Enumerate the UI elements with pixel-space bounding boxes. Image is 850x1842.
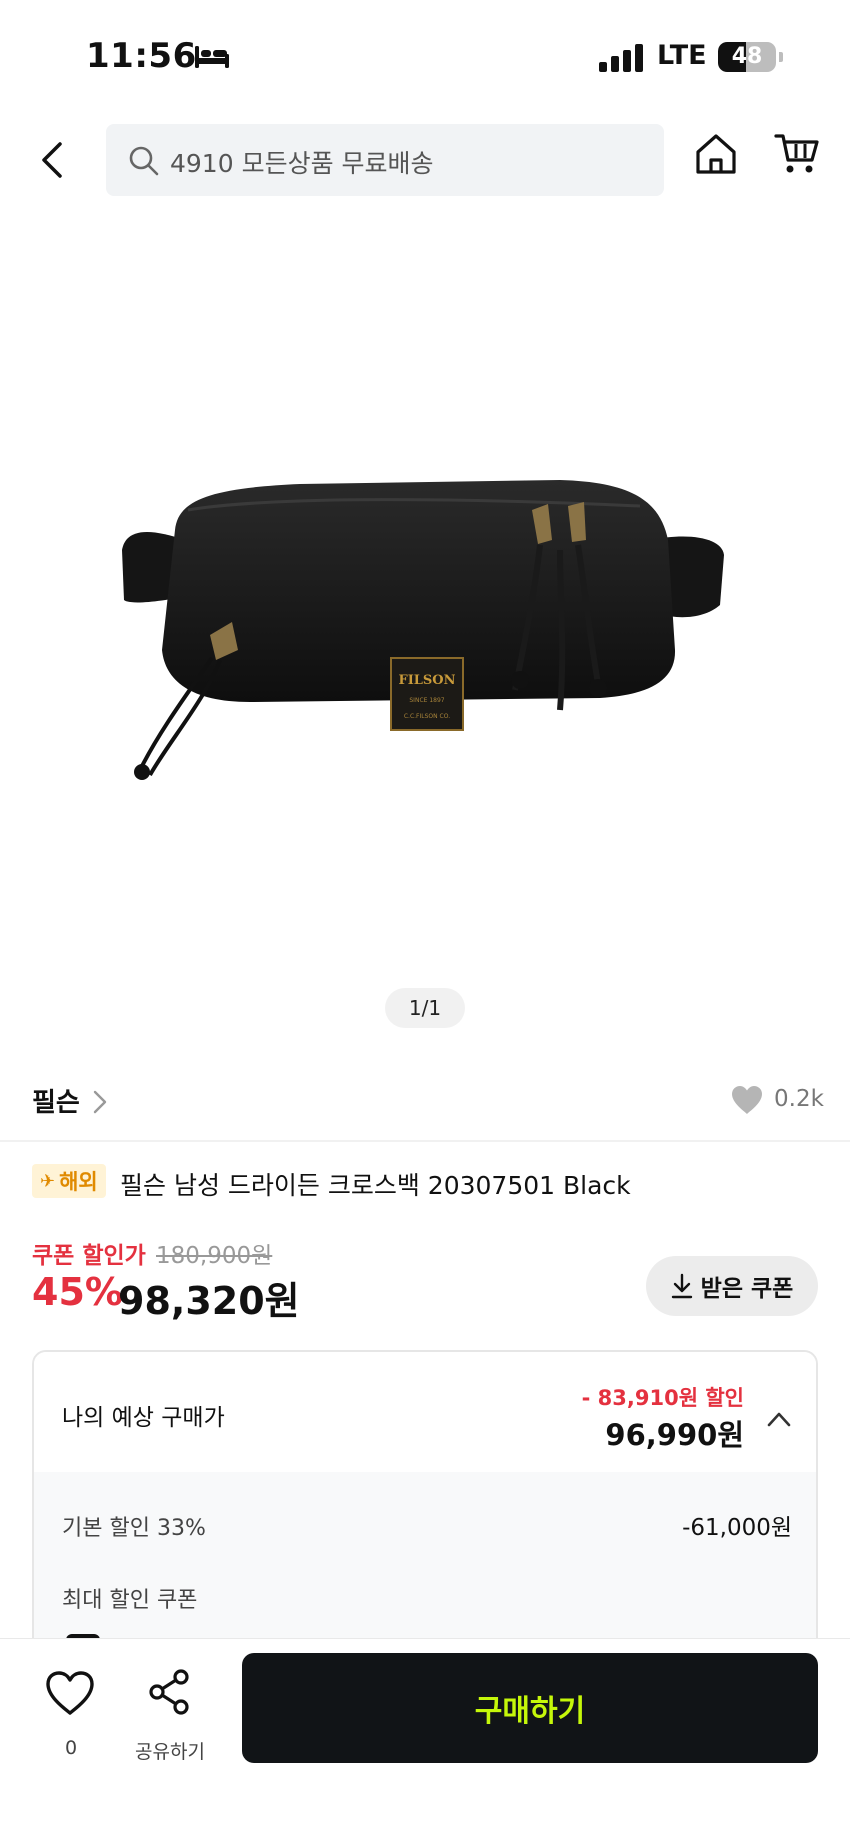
status-bar: 11:56 LTE 48	[0, 0, 850, 110]
signal-icon	[599, 44, 643, 72]
brand-name[interactable]: 필슨	[32, 1082, 80, 1119]
share-label: 공유하기	[135, 1741, 205, 1763]
bottom-action-bar: 0 공유하기 구매하기	[0, 1638, 850, 1842]
final-price: 98,320원	[118, 1279, 300, 1323]
product-image[interactable]: FILSON SINCE 1897 C.C.FILSON CO.	[0, 210, 850, 1060]
like-count: 0.2k	[774, 1086, 824, 1112]
download-icon	[671, 1273, 692, 1299]
cart-icon[interactable]	[774, 132, 820, 176]
original-price: 180,900원	[156, 1243, 273, 1269]
section-divider	[0, 1140, 850, 1142]
heart-icon[interactable]	[730, 1084, 764, 1116]
expected-price: 96,990원	[605, 1418, 744, 1452]
brand-row[interactable]: 필슨 0.2k	[0, 1070, 850, 1140]
status-time: 11:56	[86, 36, 197, 76]
expected-price-label: 나의 예상 구매가	[62, 1405, 225, 1431]
sleep-mode-icon	[195, 46, 229, 68]
basic-discount-value: -61,000원	[682, 1515, 792, 1541]
title-row: ✈ 해외 필슨 남성 드라이든 크로스백 20307501 Black	[32, 1164, 832, 1204]
chevron-right-icon	[93, 1090, 107, 1114]
share-icon	[149, 1669, 189, 1715]
buy-button-label: 구매하기	[474, 1694, 586, 1729]
wish-button[interactable]	[40, 1669, 100, 1721]
product-title: 필슨 남성 드라이든 크로스백 20307501 Black	[120, 1171, 631, 1200]
basic-discount-label: 기본 할인 33%	[62, 1516, 206, 1541]
wish-count: 0	[64, 1737, 78, 1759]
discount-rate: 45%	[32, 1270, 123, 1314]
airplane-icon: ✈	[40, 1170, 56, 1192]
svg-text:C.C.FILSON CO.: C.C.FILSON CO.	[404, 713, 450, 720]
received-coupon-label: 받은 쿠폰	[700, 1276, 794, 1302]
received-coupon-button[interactable]: 받은 쿠폰	[646, 1256, 818, 1316]
search-icon	[129, 146, 159, 176]
expected-price-header[interactable]: 나의 예상 구매가 - 83,910원 할인 96,990원	[34, 1352, 816, 1472]
image-counter: 1/1	[385, 988, 465, 1028]
saving-amount: - 83,910원 할인	[581, 1386, 744, 1410]
bag-illustration: FILSON SINCE 1897 C.C.FILSON CO.	[122, 480, 724, 780]
svg-text:SINCE 1897: SINCE 1897	[409, 697, 444, 704]
overseas-badge: ✈ 해외	[32, 1164, 106, 1198]
buy-button[interactable]: 구매하기	[242, 1653, 818, 1763]
overseas-badge-label: 해외	[59, 1170, 98, 1194]
battery-tip	[779, 52, 783, 62]
coupon-price-label: 쿠폰 할인가	[32, 1243, 146, 1269]
search-placeholder: 4910 모든상품 무료배송	[170, 149, 434, 178]
battery-percent: 48	[731, 44, 763, 69]
home-icon[interactable]	[694, 132, 738, 176]
max-coupon-label: 최대 할인 쿠폰	[62, 1588, 198, 1613]
back-button[interactable]	[30, 136, 78, 184]
share-button[interactable]	[140, 1667, 200, 1721]
heart-outline-icon	[46, 1671, 94, 1715]
battery-icon: 48	[718, 42, 776, 72]
search-input[interactable]: 4910 모든상품 무료배송	[106, 124, 664, 196]
svg-text:FILSON: FILSON	[398, 673, 455, 688]
expected-price-panel: 나의 예상 구매가 - 83,910원 할인 96,990원 기본 할인 33%…	[32, 1350, 818, 1670]
top-nav: 4910 모든상품 무료배송	[0, 110, 850, 210]
chevron-up-icon[interactable]	[766, 1410, 792, 1428]
network-label: LTE	[657, 40, 707, 71]
